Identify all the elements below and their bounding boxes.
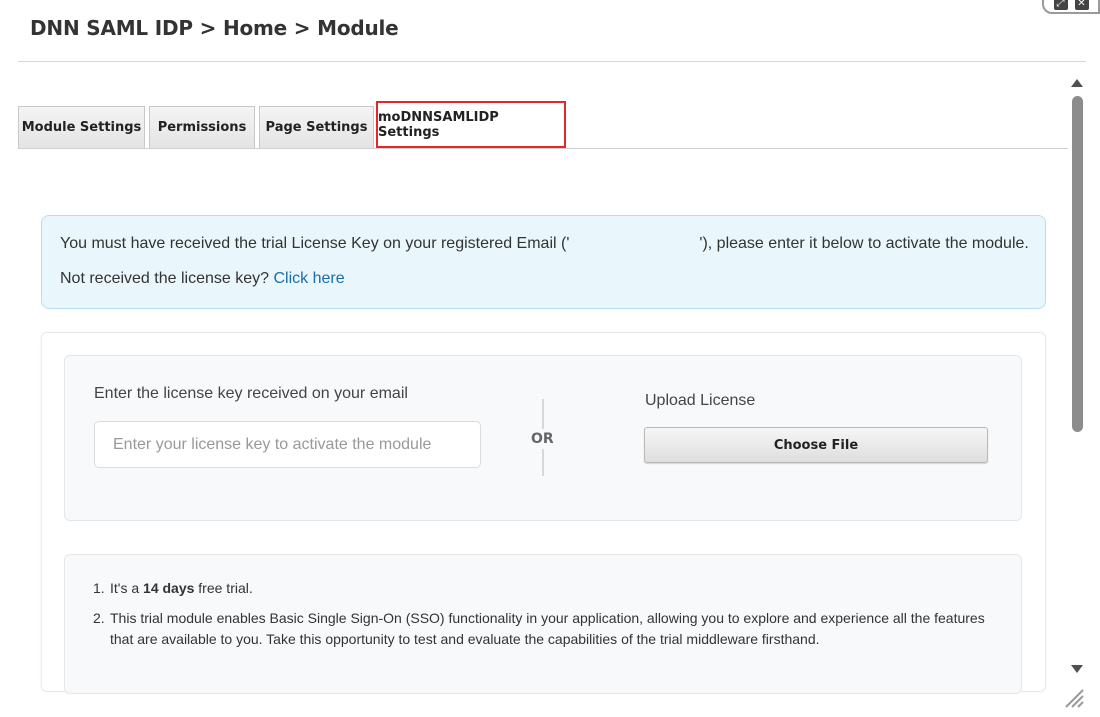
trial-info-list: 1. It's a 14 days free trial. 2. This tr… xyxy=(93,578,998,659)
tab-module-settings[interactable]: Module Settings xyxy=(18,106,145,148)
breadcrumb: DNN SAML IDP > Home > Module xyxy=(30,16,399,40)
close-icon[interactable]: ✕ xyxy=(1074,0,1089,10)
alert-line-email: You must have received the trial License… xyxy=(60,235,1029,253)
or-label: OR xyxy=(531,429,554,449)
list-text-suffix: free trial. xyxy=(198,580,253,596)
alert-text: '), please enter it below to activate th… xyxy=(699,235,1029,252)
list-item: 2. This trial module enables Basic Singl… xyxy=(93,608,998,650)
tab-modnnsamlidp-settings[interactable]: moDNNSAMLIDP Settings xyxy=(376,101,566,148)
license-key-label: Enter the license key received on your e… xyxy=(94,385,408,402)
scroll-up-icon[interactable] xyxy=(1071,79,1083,87)
tab-page-settings[interactable]: Page Settings xyxy=(259,106,374,148)
alert-text: You must have received the trial License… xyxy=(60,235,570,252)
resize-grip-icon[interactable] xyxy=(1062,688,1084,708)
scrollbar-thumb[interactable] xyxy=(1072,96,1083,432)
window-controls: ⤢ ✕ xyxy=(1042,0,1100,14)
click-here-link[interactable]: Click here xyxy=(273,270,344,287)
alert-text: Not received the license key? xyxy=(60,270,269,287)
list-item: 1. It's a 14 days free trial. xyxy=(93,578,998,599)
settings-tabs: Module Settings Permissions Page Setting… xyxy=(18,101,1068,149)
expand-icon[interactable]: ⤢ xyxy=(1053,0,1068,10)
license-info-alert: You must have received the trial License… xyxy=(41,215,1046,309)
license-key-input[interactable] xyxy=(94,421,481,468)
breadcrumb-site: DNN SAML IDP xyxy=(30,16,193,40)
list-text-prefix: It's a xyxy=(110,580,140,596)
trial-duration: 14 days xyxy=(143,580,195,596)
list-text: This trial module enables Basic Single S… xyxy=(110,610,985,647)
upload-license-label: Upload License xyxy=(645,392,756,409)
tabs-divider xyxy=(18,148,1068,149)
scroll-down-icon[interactable] xyxy=(1071,665,1083,673)
tab-permissions[interactable]: Permissions xyxy=(149,106,255,148)
title-divider xyxy=(18,61,1086,62)
breadcrumb-page: Home xyxy=(222,16,288,40)
alert-line-resend: Not received the license key? Click here xyxy=(60,270,345,288)
list-number: 2. xyxy=(93,610,105,626)
breadcrumb-separator: > xyxy=(199,16,217,40)
breadcrumb-separator: > xyxy=(293,16,311,40)
list-text: It's a 14 days free trial. xyxy=(110,578,253,599)
breadcrumb-current: Module xyxy=(317,16,399,40)
choose-file-button[interactable]: Choose File xyxy=(644,427,988,463)
list-number: 1. xyxy=(93,580,105,596)
